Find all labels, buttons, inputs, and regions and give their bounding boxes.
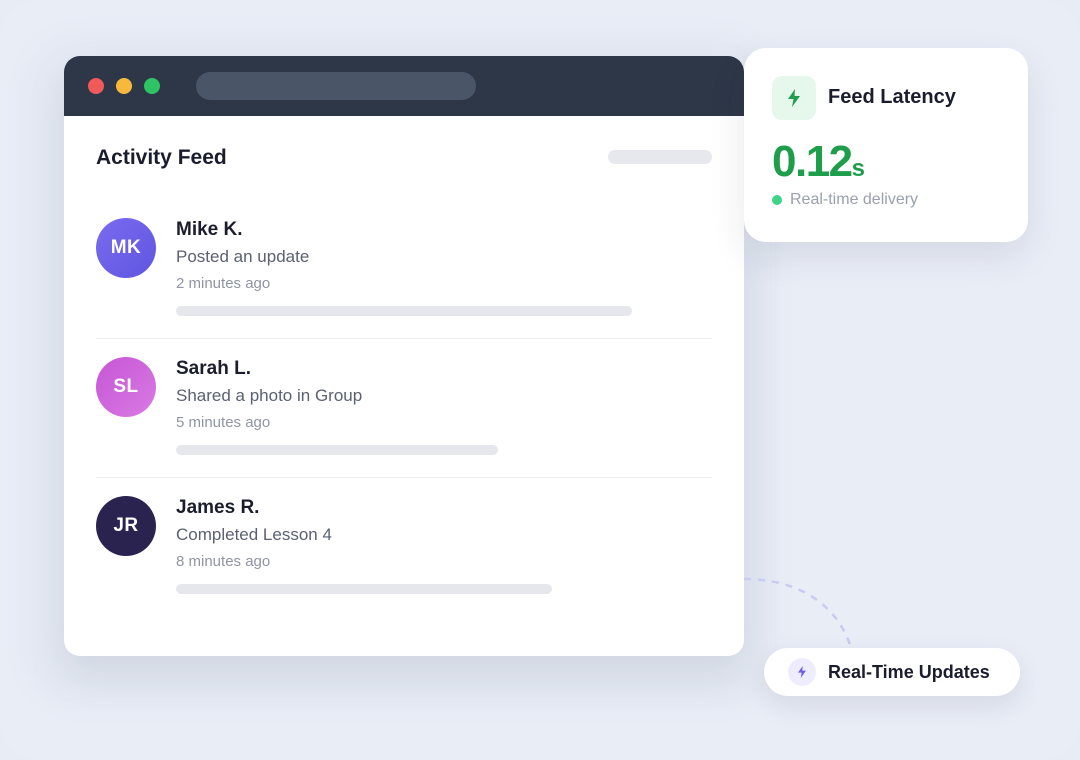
feed-item-action: Posted an update (176, 247, 310, 266)
real-time-updates-badge[interactable]: Real-Time Updates (764, 648, 1020, 696)
lightning-icon (788, 658, 816, 686)
avatar[interactable]: MK (96, 218, 156, 278)
feed-item-action: Completed Lesson 4 (176, 525, 332, 544)
latency-value: 0.12s (772, 136, 865, 195)
feed-item-timestamp: 2 minutes ago (176, 275, 271, 292)
feed-latency-card: Feed Latency 0.12s Real-time delivery (744, 48, 1028, 242)
activity-feed-list: MK Mike K. Posted an update 2 minutes ag… (96, 200, 712, 616)
latency-status-text: Real-time delivery (790, 191, 919, 208)
feed-header: Activity Feed (96, 144, 712, 172)
feed-item-body: Sarah L. Shared a photo in Group 5 minut… (176, 357, 696, 455)
feed-item-name[interactable]: Mike K. (176, 218, 696, 242)
status-dot (772, 195, 782, 205)
latency-unit: s (851, 155, 865, 182)
feed-item[interactable]: MK Mike K. Posted an update 2 minutes ag… (96, 200, 712, 339)
content-placeholder-bar (176, 445, 498, 455)
real-time-updates-label: Real-Time Updates (828, 661, 990, 682)
content-placeholder-bar (176, 306, 632, 316)
maximize-window-button[interactable] (144, 78, 160, 94)
feed-item-timestamp: 5 minutes ago (176, 414, 271, 431)
latency-number: 0.12 (772, 137, 853, 186)
feed-item-body: James R. Completed Lesson 4 8 minutes ag… (176, 496, 696, 594)
lightning-icon (772, 76, 816, 120)
feed-item-name[interactable]: James R. (176, 496, 696, 520)
close-window-button[interactable] (88, 78, 104, 94)
address-bar[interactable] (196, 72, 476, 100)
feed-item-body: Mike K. Posted an update 2 minutes ago (176, 218, 696, 316)
feed-item-name[interactable]: Sarah L. (176, 357, 696, 381)
feed-item-timestamp: 8 minutes ago (176, 553, 271, 570)
latency-status: Real-time delivery (772, 190, 918, 210)
window-titlebar (64, 56, 744, 116)
dashed-connector (744, 577, 854, 652)
header-placeholder (608, 150, 712, 164)
avatar[interactable]: JR (96, 496, 156, 556)
feed-item[interactable]: SL Sarah L. Shared a photo in Group 5 mi… (96, 339, 712, 478)
feed-item-action: Shared a photo in Group (176, 386, 363, 405)
minimize-window-button[interactable] (116, 78, 132, 94)
feed-item[interactable]: JR James R. Completed Lesson 4 8 minutes… (96, 478, 712, 616)
content-placeholder-bar (176, 584, 552, 594)
latency-title: Feed Latency (828, 86, 956, 108)
avatar[interactable]: SL (96, 357, 156, 417)
browser-window: Activity Feed MK Mike K. Posted an updat… (64, 56, 744, 656)
